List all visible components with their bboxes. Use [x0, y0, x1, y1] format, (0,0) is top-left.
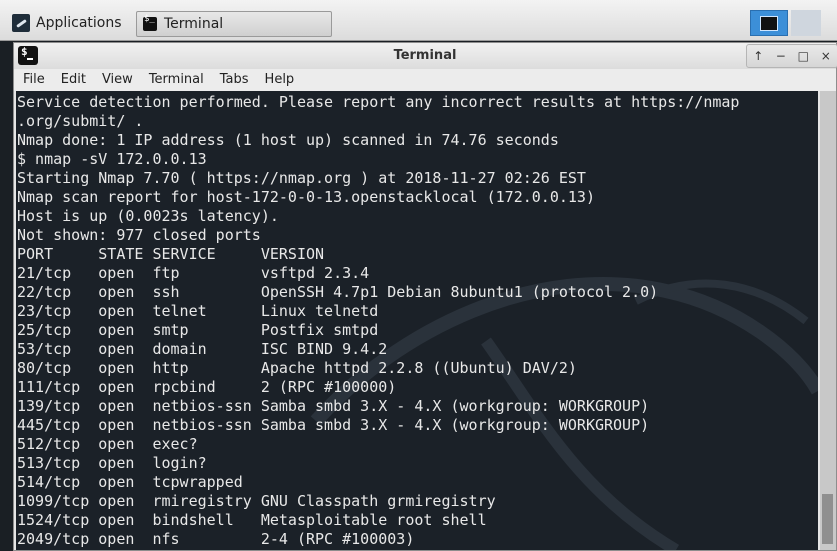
scrollbar-thumb[interactable] — [822, 494, 833, 544]
terminal-line: Service detection performed. Please repo… — [17, 93, 740, 111]
terminal-window: Terminal ↑ − □ × File Edit View Terminal… — [13, 42, 837, 551]
terminal-line: Not shown: 977 closed ports — [17, 226, 261, 244]
maximize-button[interactable]: □ — [793, 46, 813, 66]
terminal-line: Starting Nmap 7.70 ( https://nmap.org ) … — [17, 169, 586, 187]
terminal-line: .org/submit/ . — [17, 112, 144, 130]
terminal-line: 80/tcp open http Apache httpd 2.2.8 ((Ub… — [17, 359, 577, 377]
close-button[interactable]: × — [816, 46, 836, 66]
terminal-line: $ nmap -sV 172.0.0.13 — [17, 150, 207, 168]
menu-tabs[interactable]: Tabs — [212, 69, 257, 91]
applications-menu-button[interactable]: Applications — [12, 9, 134, 36]
terminal-icon — [143, 14, 157, 31]
terminal-line: 21/tcp open ftp vsftpd 2.3.4 — [17, 264, 370, 282]
window-titlebar[interactable]: Terminal ↑ − □ × — [14, 43, 837, 69]
menu-file[interactable]: File — [14, 69, 53, 91]
terminal-line: PORT STATE SERVICE VERSION — [17, 245, 325, 263]
terminal-line: 512/tcp open exec? — [17, 435, 198, 453]
keep-above-button[interactable]: ↑ — [748, 46, 768, 66]
terminal-line: 1099/tcp open rmiregistry GNU Classpath … — [17, 492, 496, 510]
workspace-switcher[interactable] — [750, 10, 788, 36]
taskbar-terminal-button[interactable]: Terminal — [136, 11, 332, 37]
terminal-line: 139/tcp open netbios-ssn Samba smbd 3.X … — [17, 397, 650, 415]
terminal-line: 513/tcp open login? — [17, 454, 207, 472]
kali-dragon-icon — [12, 13, 30, 32]
terminal-line: Host is up (0.0023s latency). — [17, 207, 279, 225]
terminal-line: 22/tcp open ssh OpenSSH 4.7p1 Debian 8ub… — [17, 283, 659, 301]
terminal-line: 2049/tcp open nfs 2-4 (RPC #100003) — [17, 530, 415, 548]
terminal-line: Nmap done: 1 IP address (1 host up) scan… — [17, 131, 559, 149]
taskbar-terminal-label: Terminal — [164, 16, 224, 32]
terminal-line: 53/tcp open domain ISC BIND 9.4.2 — [17, 340, 388, 358]
workspace-icon — [760, 15, 778, 31]
terminal-line: 25/tcp open smtp Postfix smtpd — [17, 321, 379, 339]
terminal-text: Service detection performed. Please repo… — [16, 91, 818, 549]
menu-terminal[interactable]: Terminal — [141, 69, 212, 91]
minimize-button[interactable]: − — [771, 46, 791, 66]
terminal-line: 23/tcp open telnet Linux telnetd — [17, 302, 379, 320]
tray-area — [791, 10, 821, 36]
window-controls: ↑ − □ × — [746, 44, 837, 68]
menu-help[interactable]: Help — [257, 69, 303, 91]
terminal-line: Nmap scan report for host-172-0-0-13.ope… — [17, 188, 595, 206]
menu-edit[interactable]: Edit — [53, 69, 94, 91]
top-panel: Applications Terminal — [0, 0, 837, 41]
vertical-scrollbar[interactable] — [820, 91, 836, 550]
applications-label: Applications — [36, 14, 122, 31]
terminal-line: 1524/tcp open bindshell Metasploitable r… — [17, 511, 487, 529]
terminal-line: 111/tcp open rpcbind 2 (RPC #100000) — [17, 378, 397, 396]
terminal-line: 445/tcp open netbios-ssn Samba smbd 3.X … — [17, 416, 650, 434]
menu-view[interactable]: View — [94, 69, 141, 91]
window-title: Terminal — [393, 48, 457, 63]
menu-bar: File Edit View Terminal Tabs Help — [14, 69, 836, 91]
terminal-output-area[interactable]: Service detection performed. Please repo… — [16, 91, 818, 550]
terminal-line: 514/tcp open tcpwrapped — [17, 473, 243, 491]
